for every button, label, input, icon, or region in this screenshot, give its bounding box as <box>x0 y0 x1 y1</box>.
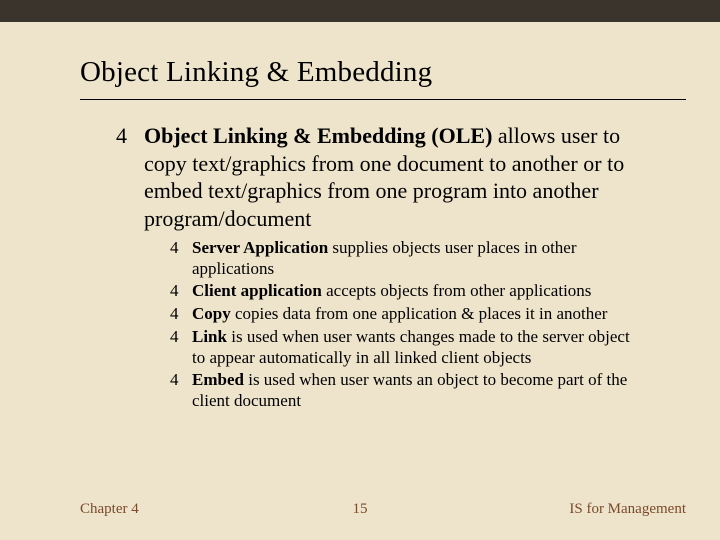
sub-bold: Embed <box>192 370 244 389</box>
sub-bullet: 4 Server Application supplies objects us… <box>170 238 642 279</box>
main-bullet: 4 Object Linking & Embedding (OLE) allow… <box>0 100 720 232</box>
footer-left: Chapter 4 <box>80 501 139 518</box>
footer-right: IS for Management <box>569 501 686 518</box>
sub-bullet-text: Embed is used when user wants an object … <box>192 370 642 411</box>
bullet-marker: 4 <box>170 238 182 279</box>
sub-bullet: 4 Embed is used when user wants an objec… <box>170 370 642 411</box>
sub-bullet: 4 Client application accepts objects fro… <box>170 281 642 302</box>
bullet-marker: 4 <box>170 304 182 325</box>
sub-bold: Link <box>192 327 227 346</box>
sub-bold: Copy <box>192 304 231 323</box>
top-band <box>0 0 720 22</box>
sub-bold: Server Application <box>192 238 328 257</box>
slide-title: Object Linking & Embedding <box>0 22 720 99</box>
sub-bullet-text: Copy copies data from one application & … <box>192 304 607 325</box>
bullet-marker: 4 <box>170 327 182 368</box>
bullet-marker: 4 <box>170 281 182 302</box>
sub-bullet-text: Server Application supplies objects user… <box>192 238 642 279</box>
sub-bullet: 4 Link is used when user wants changes m… <box>170 327 642 368</box>
bullet-marker: 4 <box>170 370 182 411</box>
sub-bullet: 4 Copy copies data from one application … <box>170 304 642 325</box>
sub-rest: accepts objects from other applications <box>322 281 592 300</box>
sub-bold: Client application <box>192 281 322 300</box>
sub-rest: is used when user wants an object to bec… <box>192 370 627 410</box>
slide-footer: Chapter 4 15 IS for Management <box>0 501 720 518</box>
slide-content: Object Linking & Embedding 4 Object Link… <box>0 22 720 412</box>
main-bullet-text: Object Linking & Embedding (OLE) allows … <box>144 122 658 232</box>
sub-bullet-text: Link is used when user wants changes mad… <box>192 327 642 368</box>
sub-bullet-list: 4 Server Application supplies objects us… <box>0 232 720 412</box>
bullet-marker: 4 <box>116 122 130 232</box>
footer-page-number: 15 <box>353 501 368 518</box>
sub-bullet-text: Client application accepts objects from … <box>192 281 591 302</box>
sub-rest: copies data from one application & place… <box>231 304 608 323</box>
sub-rest: is used when user wants changes made to … <box>192 327 630 367</box>
main-bullet-bold: Object Linking & Embedding (OLE) <box>144 123 492 148</box>
